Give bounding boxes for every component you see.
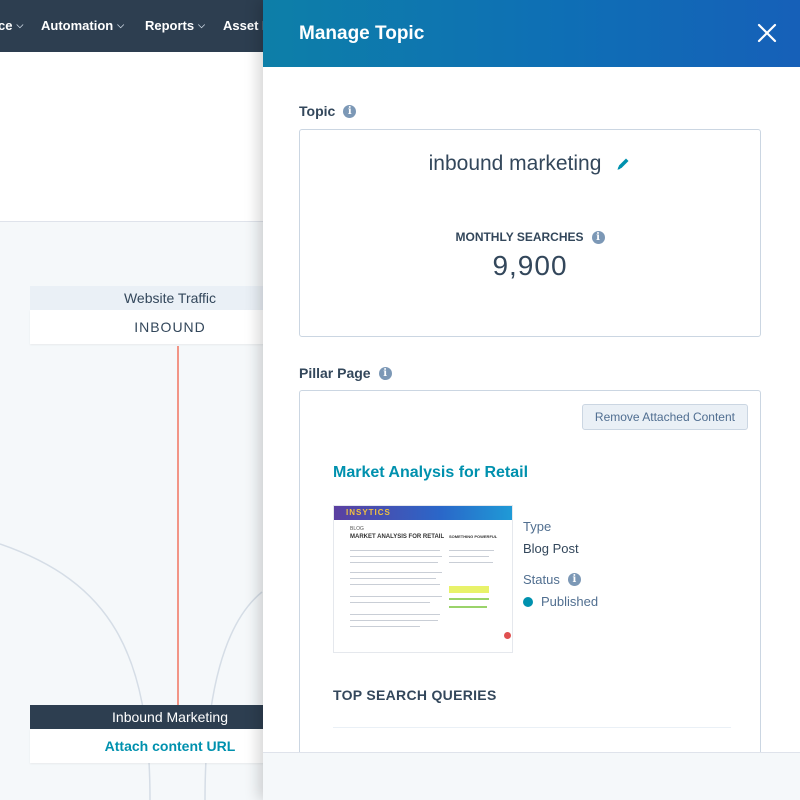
thumbnail-text-line xyxy=(350,550,440,551)
nav-item-label: ce xyxy=(0,18,13,33)
thumbnail-kicker: BLOG xyxy=(350,526,364,532)
info-icon[interactable]: i xyxy=(567,573,581,586)
nav-item-reports[interactable]: Reports ⌵ xyxy=(145,18,205,33)
thumbnail-text-line xyxy=(350,620,438,621)
nav-item-label: Automation xyxy=(41,18,114,33)
thumbnail-text-line xyxy=(350,556,442,557)
thumbnail-text-line xyxy=(449,550,494,551)
thumbnail-accent-line xyxy=(449,606,487,608)
status-value-row: Published xyxy=(523,594,598,609)
thumbnail-text-line xyxy=(350,572,442,573)
monthly-searches-value: 9,900 xyxy=(492,250,568,281)
cluster-curve-right xyxy=(204,591,263,800)
panel-header: Manage Topic xyxy=(263,0,800,67)
monthly-searches-label: MONTHLY SEARCHES xyxy=(455,230,584,244)
top-search-queries-label: TOP SEARCH QUERIES xyxy=(333,687,497,703)
panel-title: Manage Topic xyxy=(299,22,425,44)
thumbnail-text-line xyxy=(350,614,440,615)
nav-item-label: Asset I xyxy=(223,18,266,33)
close-icon[interactable] xyxy=(754,20,780,46)
info-icon[interactable]: i xyxy=(378,366,392,380)
pillar-label-text: Pillar Page xyxy=(299,365,371,381)
status-value: Published xyxy=(541,594,599,609)
topic-name-wrapper: inbound marketing xyxy=(429,152,632,176)
nav-item-automation[interactable]: Automation ⌵ xyxy=(41,18,124,33)
monthly-searches-row: MONTHLY SEARCHES i xyxy=(300,230,760,244)
thumbnail-header-bar: INSYTICS xyxy=(334,506,512,520)
status-dot-icon xyxy=(523,596,533,607)
thumbnail-text-line xyxy=(449,556,489,557)
pillar-page-section-label: Pillar Page i xyxy=(299,365,392,381)
thumbnail-close-dot xyxy=(504,632,511,639)
type-value: Blog Post xyxy=(523,541,579,556)
nav-item-marketplace[interactable]: ce ⌵ xyxy=(0,18,23,33)
pillar-page-thumbnail[interactable]: INSYTICS BLOG MARKET ANALYSIS FOR RETAIL… xyxy=(333,505,513,653)
topic-name-row: inbound marketing xyxy=(300,152,760,176)
chevron-down-icon: ⌵ xyxy=(198,20,205,30)
topic-box: inbound marketing MONTHLY SEARCHES i 9,9… xyxy=(299,129,761,337)
topic-section-label: Topic i xyxy=(299,103,357,119)
nav-item-label: Reports xyxy=(145,18,195,33)
topic-name: inbound marketing xyxy=(428,152,602,175)
thumbnail-text-line xyxy=(350,602,430,603)
thumbnail-text-line xyxy=(350,578,436,579)
type-label: Type xyxy=(523,519,552,534)
thumbnail-accent-line xyxy=(449,598,489,600)
divider xyxy=(333,727,731,728)
topic-label-text: Topic xyxy=(299,103,336,119)
thumbnail-text-line xyxy=(350,596,442,597)
thumbnail-text-line xyxy=(350,562,438,563)
status-label-row: Status i xyxy=(523,572,581,587)
thumbnail-text-line xyxy=(350,626,420,627)
manage-topic-panel: Manage Topic Topic i inbound marketing M… xyxy=(263,0,800,800)
info-icon[interactable]: i xyxy=(591,230,605,244)
thumbnail-brand: INSYTICS xyxy=(346,508,391,517)
nav-item-asset[interactable]: Asset I xyxy=(223,18,266,33)
chevron-down-icon: ⌵ xyxy=(16,20,24,30)
remove-attached-content-button[interactable]: Remove Attached Content xyxy=(581,404,748,430)
panel-footer xyxy=(263,752,800,800)
pillar-page-title-link[interactable]: Market Analysis for Retail xyxy=(333,464,528,482)
thumbnail-text-line xyxy=(350,584,440,585)
pillar-page-box: Remove Attached Content Market Analysis … xyxy=(299,390,761,770)
thumbnail-side-heading: SOMETHING POWERFUL xyxy=(449,534,498,539)
info-icon[interactable]: i xyxy=(343,104,357,118)
thumbnail-text-line xyxy=(449,562,493,563)
thumbnail-headline: MARKET ANALYSIS FOR RETAIL xyxy=(350,534,445,540)
status-label: Status xyxy=(523,572,560,587)
pencil-icon[interactable] xyxy=(615,156,631,172)
chevron-down-icon: ⌵ xyxy=(117,20,125,30)
thumbnail-highlight xyxy=(449,586,489,593)
monthly-searches-wrapper: MONTHLY SEARCHES i xyxy=(455,230,605,244)
